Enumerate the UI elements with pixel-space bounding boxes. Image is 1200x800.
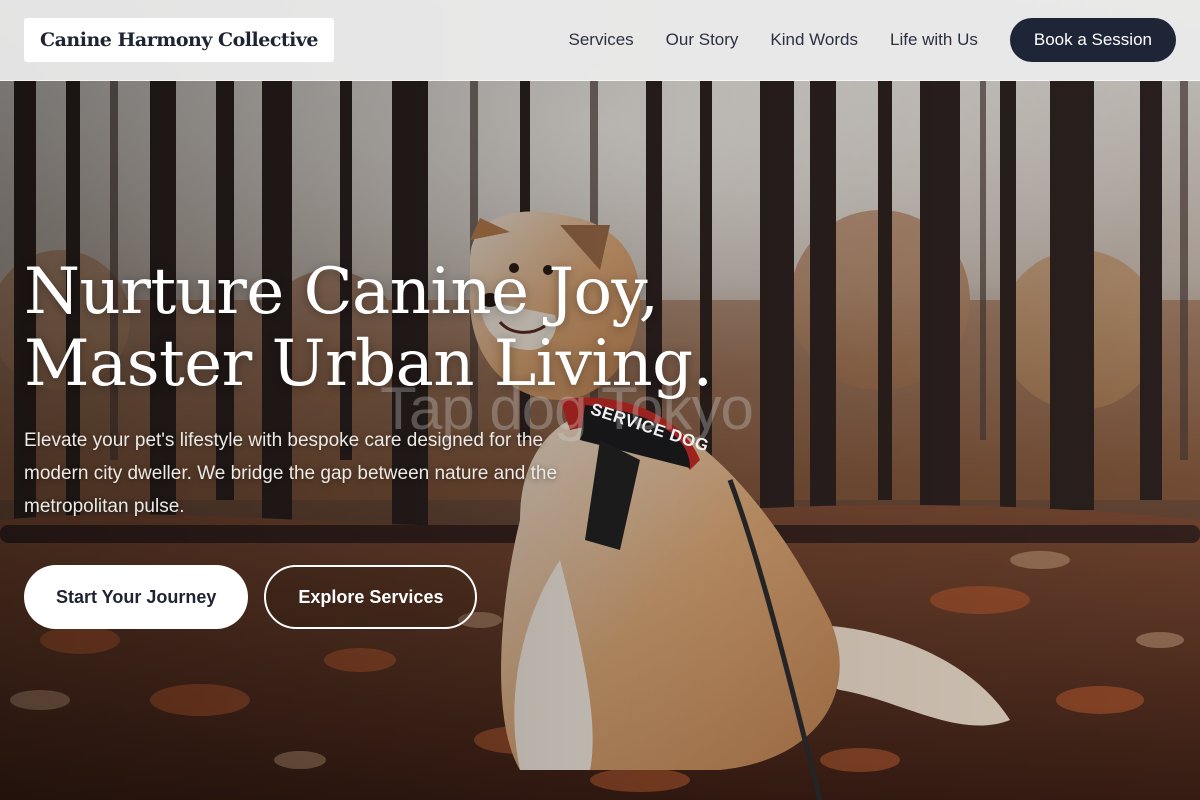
nav-link-life-with-us[interactable]: Life with Us <box>890 30 978 50</box>
hero-section: Nurture Canine Joy, Master Urban Living.… <box>24 256 784 629</box>
hero-headline: Nurture Canine Joy, Master Urban Living. <box>24 256 784 400</box>
start-journey-button[interactable]: Start Your Journey <box>24 565 249 629</box>
brand-logo[interactable]: Canine Harmony Collective <box>24 18 335 62</box>
nav-link-services[interactable]: Services <box>568 30 633 50</box>
primary-nav: Services Our Story Kind Words Life with … <box>568 18 1176 62</box>
book-session-button[interactable]: Book a Session <box>1009 18 1176 62</box>
hero-actions: Start Your Journey Explore Services <box>24 565 784 629</box>
nav-link-kind-words[interactable]: Kind Words <box>770 30 858 50</box>
site-header: Canine Harmony Collective Services Our S… <box>0 0 1200 81</box>
explore-services-button[interactable]: Explore Services <box>264 565 478 629</box>
hero-headline-line-2: Master Urban Living. <box>24 327 713 401</box>
nav-link-our-story[interactable]: Our Story <box>666 30 739 50</box>
hero-headline-line-1: Nurture Canine Joy, <box>24 255 659 329</box>
hero-subcopy: Elevate your pet's lifestyle with bespok… <box>24 430 558 517</box>
